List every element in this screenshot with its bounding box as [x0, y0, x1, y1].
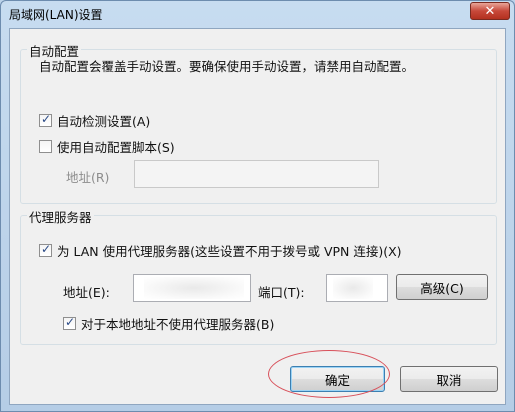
- use-proxy-checkbox[interactable]: [39, 242, 52, 257]
- cancel-button[interactable]: 取消: [400, 366, 498, 392]
- advanced-button[interactable]: 高级(C): [396, 274, 488, 300]
- proxy-group: 代理服务器 为 LAN 使用代理服务器(这些设置不用于拨号或 VPN 连接)(X…: [20, 207, 497, 345]
- auto-detect-row[interactable]: 自动检测设置(A): [39, 111, 150, 130]
- proxy-title: 代理服务器: [27, 207, 94, 226]
- auto-detect-checkbox[interactable]: [39, 112, 52, 127]
- auto-config-group: 自动配置 自动配置会覆盖手动设置。要确保使用手动设置，请禁用自动配置。 自动检测…: [20, 41, 497, 204]
- proxy-port-input[interactable]: [326, 274, 388, 302]
- title-bar: 局域网(LAN)设置 ✕: [1, 1, 514, 27]
- use-proxy-label: 为 LAN 使用代理服务器(这些设置不用于拨号或 VPN 连接)(X): [57, 244, 402, 259]
- auto-config-description: 自动配置会覆盖手动设置。要确保使用手动设置，请禁用自动配置。: [39, 59, 415, 74]
- script-address-input[interactable]: [134, 160, 379, 188]
- close-icon: ✕: [484, 3, 496, 19]
- bypass-local-checkbox[interactable]: [63, 315, 76, 330]
- close-button[interactable]: ✕: [470, 2, 510, 20]
- use-script-row[interactable]: 使用自动配置脚本(S): [39, 137, 175, 156]
- window-title: 局域网(LAN)设置: [9, 8, 103, 22]
- script-address-label: 地址(R): [66, 170, 110, 185]
- use-script-checkbox[interactable]: [39, 140, 52, 153]
- dialog-body: 自动配置 自动配置会覆盖手动设置。要确保使用手动设置，请禁用自动配置。 自动检测…: [9, 28, 506, 405]
- bypass-local-label: 对于本地地址不使用代理服务器(B): [81, 317, 275, 332]
- redacted-address: [144, 277, 244, 299]
- proxy-address-label: 地址(E):: [63, 285, 110, 300]
- bypass-local-row[interactable]: 对于本地地址不使用代理服务器(B): [63, 314, 274, 333]
- lan-settings-dialog: 局域网(LAN)设置 ✕ 自动配置 自动配置会覆盖手动设置。要确保使用手动设置，…: [0, 0, 515, 412]
- proxy-port-label: 端口(T):: [258, 285, 305, 300]
- redacted-port: [333, 277, 373, 299]
- auto-detect-label: 自动检测设置(A): [57, 114, 151, 129]
- proxy-address-input[interactable]: [133, 274, 251, 302]
- highlight-ellipse: [268, 350, 390, 398]
- use-script-label: 使用自动配置脚本(S): [57, 140, 175, 155]
- use-proxy-row[interactable]: 为 LAN 使用代理服务器(这些设置不用于拨号或 VPN 连接)(X): [39, 241, 402, 260]
